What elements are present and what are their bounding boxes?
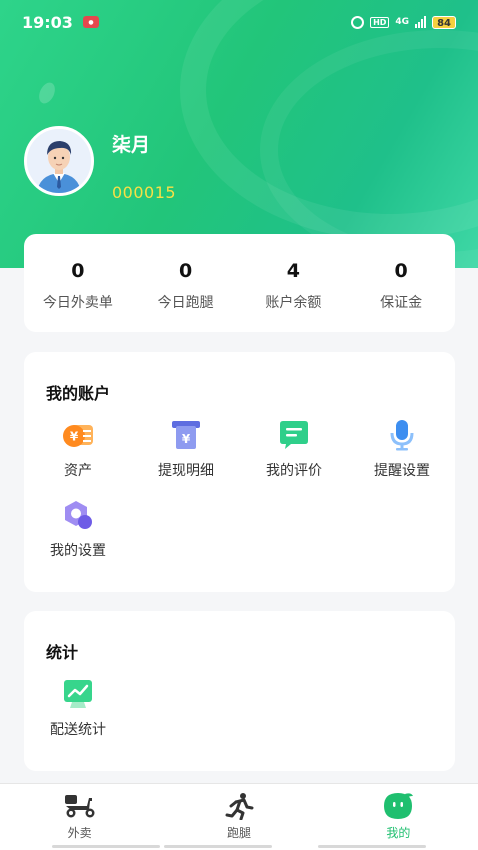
signal-icon <box>415 16 427 28</box>
runner-icon <box>225 793 254 820</box>
status-time: 19:03 <box>22 12 73 32</box>
tab-my[interactable]: 我的 <box>319 784 478 850</box>
bottom-tab-bar: 外卖 跑腿 我的 <box>0 783 478 850</box>
stat-item-delivery[interactable]: 配送统计 <box>24 677 132 739</box>
account-item-label: 提现明细 <box>158 463 214 479</box>
section-title: 我的账户 <box>46 384 111 403</box>
account-item-withdraw-detail[interactable]: ¥ 提现明细 <box>132 418 240 480</box>
my-account-card: 我的账户 ¥ 资产 ¥ 提现明细 我的评价 提醒设置 我的设置 <box>24 352 455 592</box>
decorative-blob <box>36 80 58 106</box>
svg-text:¥: ¥ <box>182 432 191 446</box>
stat-value: 0 <box>71 260 85 282</box>
tab-takeout[interactable]: 外卖 <box>0 784 159 850</box>
user-name: 柒月 <box>112 134 151 156</box>
app-notification-icon: ● <box>82 16 99 28</box>
stats-summary-card: 0 今日外卖单 0 今日跑腿 4 账户余额 0 保证金 <box>24 234 455 332</box>
user-id: 000015 <box>112 183 177 202</box>
stat-today-errand[interactable]: 0 今日跑腿 <box>132 234 240 332</box>
tab-label: 我的 <box>386 826 411 840</box>
statistics-card: 统计 配送统计 <box>24 611 455 771</box>
tab-label: 跑腿 <box>226 826 251 840</box>
stat-label: 今日外卖单 <box>42 295 113 311</box>
my-face-icon <box>384 793 414 819</box>
stat-label: 保证金 <box>380 295 423 311</box>
stat-label: 账户余额 <box>265 295 322 311</box>
account-item-my-settings[interactable]: 我的设置 <box>24 498 132 560</box>
stat-value: 0 <box>179 260 193 282</box>
alarm-icon <box>351 15 365 29</box>
settings-hex-icon <box>61 498 95 532</box>
assets-icon: ¥ <box>61 418 95 452</box>
profile-section[interactable]: 柒月 000015 <box>24 126 176 202</box>
stat-label: 今日跑腿 <box>157 295 214 311</box>
tab-indicator <box>318 845 426 848</box>
status-bar: 19:03 ● HD 4G 84 <box>0 0 478 44</box>
withdraw-detail-icon: ¥ <box>169 418 203 452</box>
microphone-icon <box>385 418 419 452</box>
tab-errand[interactable]: 跑腿 <box>159 784 318 850</box>
svg-text:¥: ¥ <box>70 430 79 444</box>
tab-indicator <box>52 845 160 848</box>
stat-value: 4 <box>286 260 300 282</box>
stat-deposit[interactable]: 0 保证金 <box>347 234 455 332</box>
account-item-label: 我的设置 <box>50 543 106 559</box>
account-item-reminder-settings[interactable]: 提醒设置 <box>348 418 456 480</box>
account-item-my-reviews[interactable]: 我的评价 <box>240 418 348 480</box>
stat-value: 0 <box>394 260 408 282</box>
avatar[interactable] <box>24 126 94 196</box>
hd-badge: HD <box>370 16 390 28</box>
network-type: 4G <box>395 17 410 27</box>
account-item-label: 提醒设置 <box>374 463 430 479</box>
account-item-label: 我的评价 <box>266 463 322 479</box>
stat-item-label: 配送统计 <box>50 722 106 738</box>
delivery-chart-icon <box>61 677 95 711</box>
section-title: 统计 <box>46 643 79 662</box>
tab-label: 外卖 <box>67 826 92 840</box>
user-avatar-icon <box>27 129 91 193</box>
account-item-label: 资产 <box>64 463 92 479</box>
stat-account-balance[interactable]: 4 账户余额 <box>240 234 348 332</box>
scooter-icon <box>64 795 95 818</box>
battery-indicator: 84 <box>432 15 456 29</box>
tab-indicator <box>164 845 272 848</box>
account-item-assets[interactable]: ¥ 资产 <box>24 418 132 480</box>
review-icon <box>277 418 311 452</box>
stat-today-takeout[interactable]: 0 今日外卖单 <box>24 234 132 332</box>
